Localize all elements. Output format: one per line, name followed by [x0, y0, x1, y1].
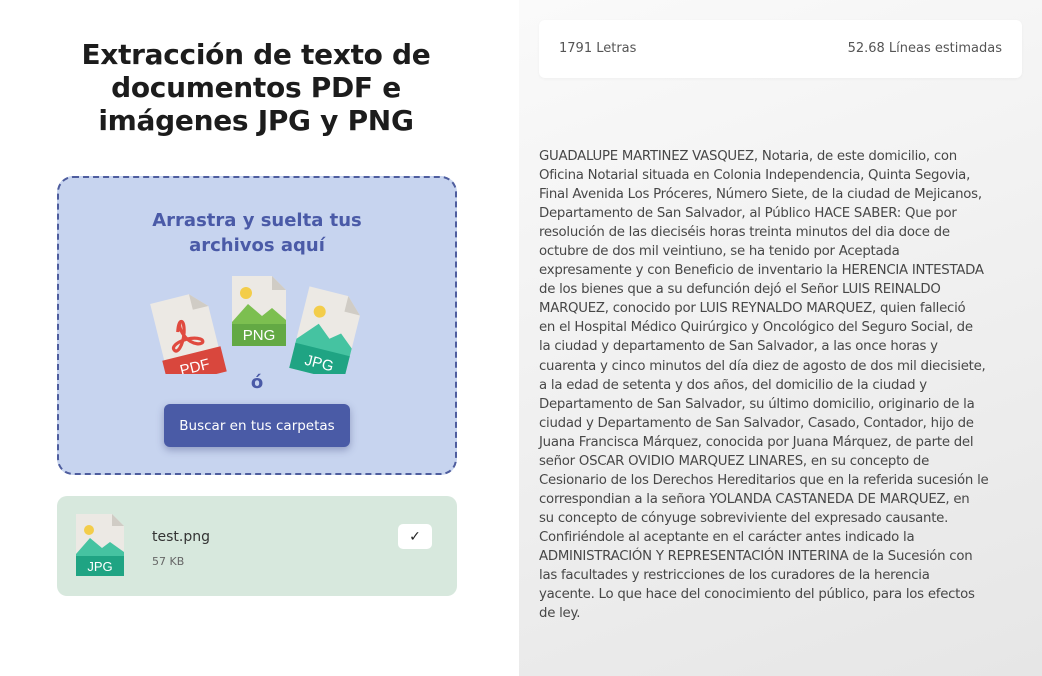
extracted-text-line: resolución de las dieciséis horas treint… — [539, 225, 950, 241]
extracted-text-line: en el Hospital Médico Quirúrgico y Oncol… — [539, 320, 973, 336]
extracted-text-line: expresamente y con Beneficio de inventar… — [539, 263, 984, 279]
extracted-text-line: a la edad de setenta y dos años, del dom… — [539, 377, 927, 393]
extracted-text-line: la ciudad y departamento de San Salvador… — [539, 339, 938, 355]
drop-zone-instructions: Arrastra y suelta tus archivos aquí — [59, 208, 455, 258]
jpg-file-icon: JPG — [289, 286, 360, 374]
extracted-text-line: su concepto de cónyuge sobreviviente del… — [539, 510, 949, 526]
text-stats-bar: 1791 Letras 52.68 Líneas estimadas — [539, 20, 1022, 78]
extracted-text-line: Cesionario de los Derechos Hereditarios … — [539, 472, 989, 488]
extracted-text-line: Departamento de San Salvador, al Público… — [539, 206, 957, 222]
extracted-text-line: de los bienes que a su defunción dejó el… — [539, 282, 941, 298]
upload-panel: Extracción de texto de documentos PDF e … — [0, 0, 519, 676]
jpg-file-icon: JPG — [76, 514, 124, 576]
title-line-1: Extracción de texto de — [81, 38, 431, 71]
estimated-lines: 52.68 Líneas estimadas — [847, 41, 1002, 56]
extracted-text-line: Oficina Notarial situada en Colonia Inde… — [539, 168, 971, 184]
file-types-illustration: PDF PNG JPG — [150, 276, 360, 374]
extracted-text-line: GUADALUPE MARTINEZ VASQUEZ, Notaria, de … — [539, 149, 957, 164]
extracted-text-line: las facultades y restricciones de los cu… — [539, 568, 930, 584]
extracted-text-line: de ley. — [539, 606, 581, 622]
drop-zone-line-2: archivos aquí — [189, 235, 325, 256]
file-type-label: JPG — [87, 559, 112, 574]
extracted-text-line: señor OSCAR OVIDIO MARQUEZ LINARES, en s… — [539, 453, 930, 469]
drop-zone[interactable]: Arrastra y suelta tus archivos aquí PDF … — [57, 176, 457, 475]
drop-zone-line-1: Arrastra y suelta tus — [152, 210, 362, 231]
title-line-3: imágenes JPG y PNG — [98, 104, 414, 137]
file-size: 57 KB — [152, 555, 185, 568]
png-label: PNG — [243, 327, 276, 344]
extracted-text-line: octubre de dos mil veintiuno, se ha teni… — [539, 244, 900, 260]
extracted-text-line: Final Avenida Los Próceres, Número Siete… — [539, 187, 982, 203]
extracted-text-line: cuarenta y cinco minutos del día diez de… — [539, 358, 986, 374]
page-title: Extracción de texto de documentos PDF e … — [60, 38, 452, 137]
title-line-2: documentos PDF e — [111, 71, 401, 104]
extracted-text-line: Confiriéndole al aceptante en el carácte… — [539, 529, 915, 545]
extracted-text-line: correspondian a la señora YOLANDA CASTAN… — [539, 491, 970, 507]
file-name: test.png — [152, 529, 210, 545]
letter-count: 1791 Letras — [559, 41, 637, 56]
extracted-text-line: MARQUEZ, conocido por LUIS REYNALDO MARQ… — [539, 301, 966, 317]
png-file-icon: PNG — [232, 276, 286, 346]
extracted-text-line: Juana Francisca Márquez, conocida por Ju… — [539, 434, 974, 450]
extracted-text-line: ciudad y Departamento de San Salvador, C… — [539, 415, 974, 431]
uploaded-file-card: JPG test.png 57 KB ✓ — [57, 496, 457, 596]
extracted-text-line: yacente. Lo que hace del conocimiento de… — [539, 587, 975, 603]
extracted-text: GUADALUPE MARTINEZ VASQUEZ, Notaria, de … — [539, 147, 1025, 623]
or-separator: ó — [250, 372, 264, 393]
pdf-file-icon: PDF — [150, 294, 227, 374]
check-icon: ✓ — [398, 524, 432, 549]
browse-files-button[interactable]: Buscar en tus carpetas — [164, 404, 350, 447]
extracted-text-line: ADMINISTRACIÓN Y REPRESENTACIÓN INTERINA… — [539, 548, 973, 564]
extracted-text-line: Departamento de San Salvador, su último … — [539, 396, 975, 412]
